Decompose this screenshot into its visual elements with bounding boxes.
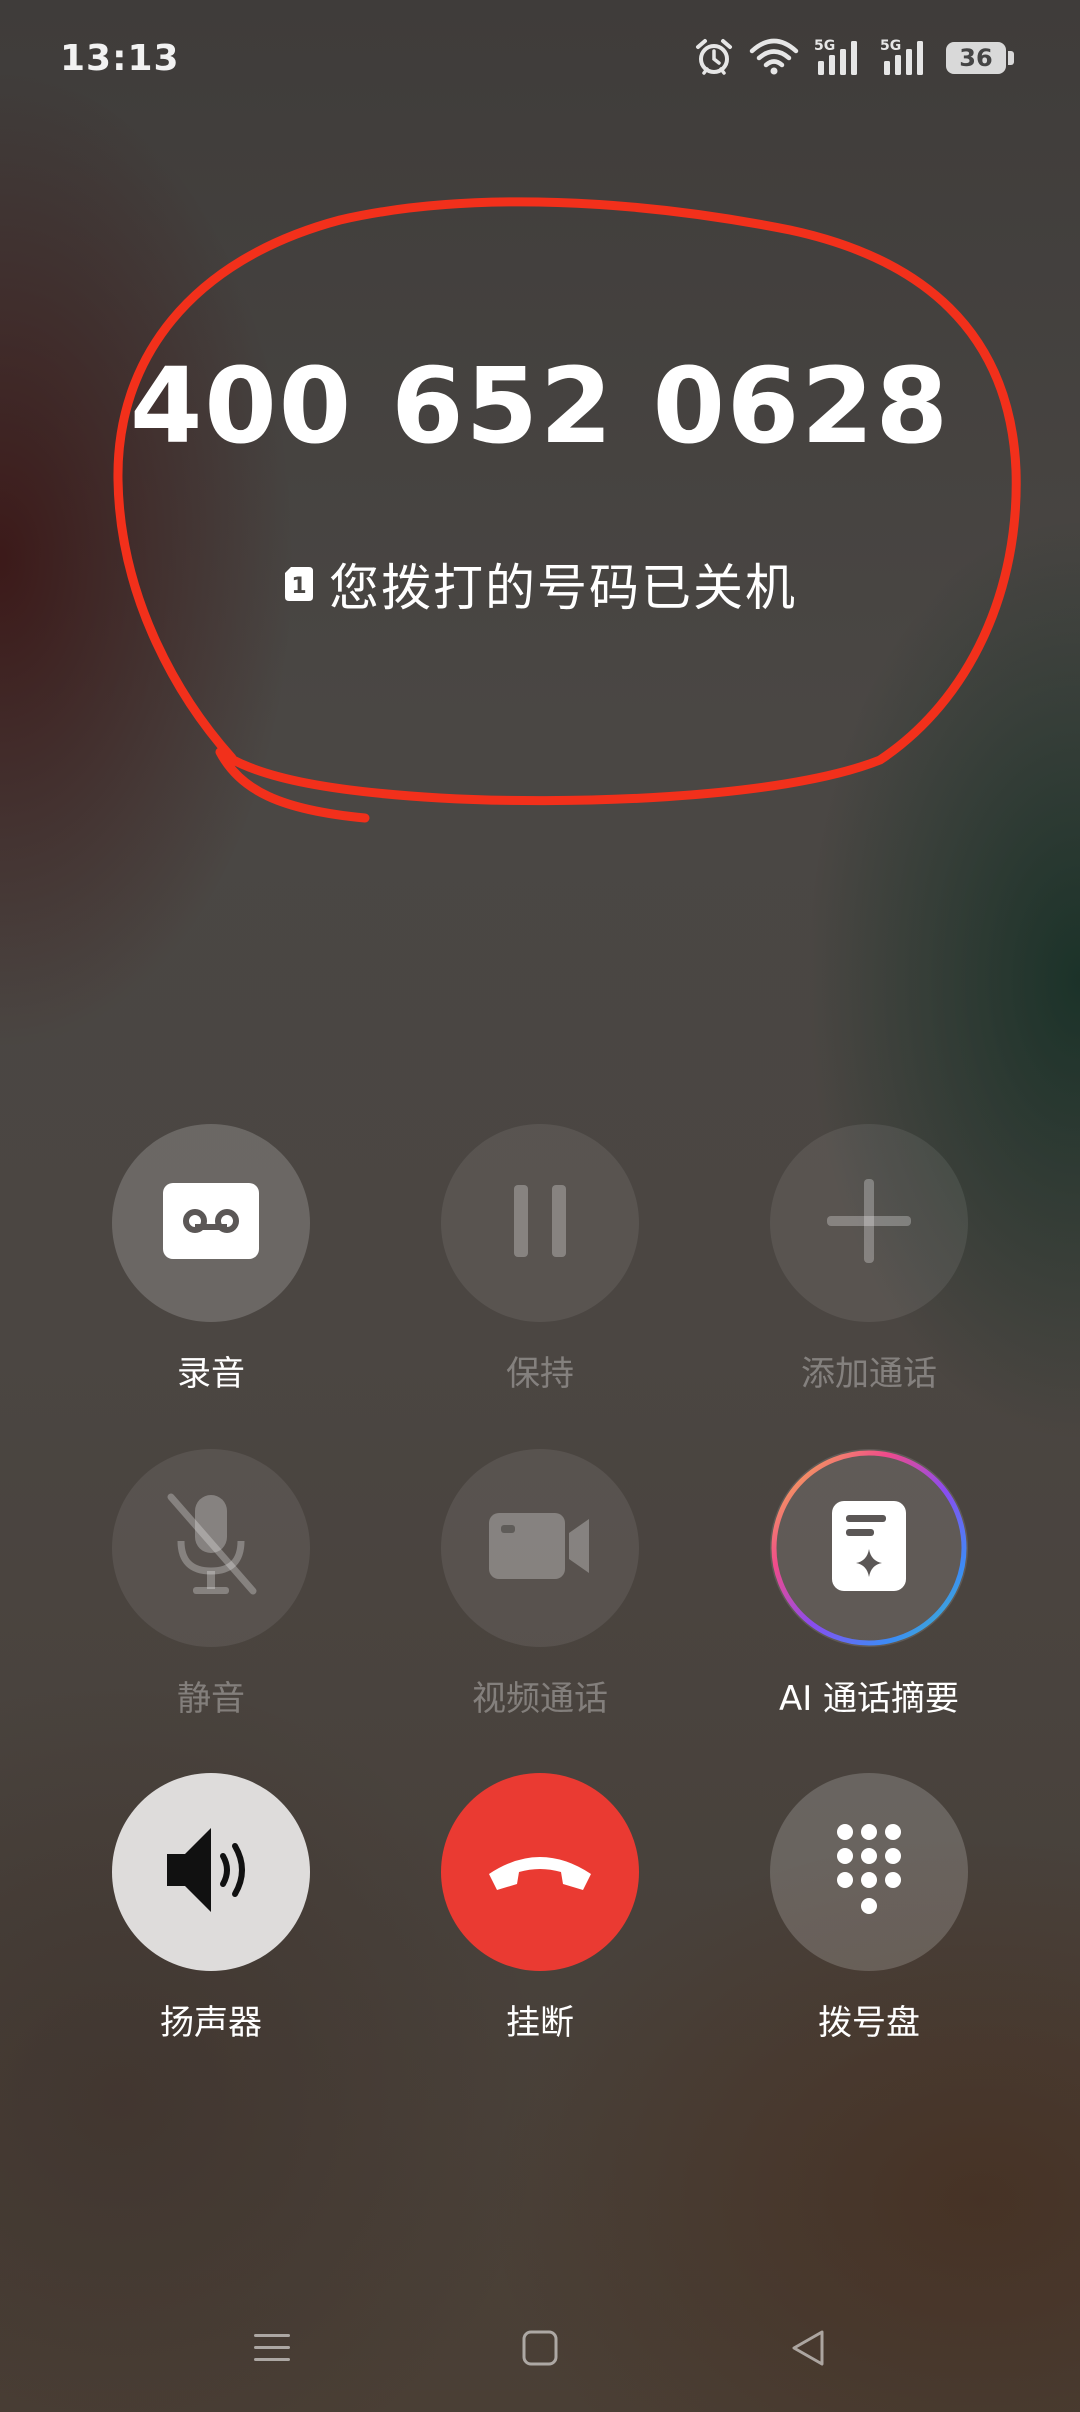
video-call-label: 视频通话 [472,1679,608,1719]
dialpad-icon [834,1822,904,1922]
hold-button[interactable]: 保持 [440,1124,640,1395]
ai-summary-icon [832,1501,906,1595]
sim-card-icon: 1 [283,565,315,603]
cassette-icon [163,1183,259,1263]
ai-summary-circle[interactable] [770,1449,968,1647]
record-label: 录音 [177,1354,245,1394]
record-button[interactable]: 录音 [111,1124,311,1395]
add-call-button[interactable]: 添加通话 [769,1124,969,1395]
video-call-button[interactable]: 视频通话 [440,1449,640,1720]
battery-level: 36 [959,44,993,72]
speaker-button[interactable]: 扬声器 [111,1773,311,2044]
back-icon [788,2328,828,2372]
speaker-icon [163,1824,259,1920]
mute-label: 静音 [177,1679,245,1719]
speaker-label: 扬声器 [160,2003,262,2043]
status-bar: 13:13 5G 5G 36 [0,0,1080,124]
mute-circle[interactable] [112,1449,310,1647]
status-time: 13:13 [60,38,180,79]
home-icon [520,2328,560,2372]
mic-off-icon [161,1491,261,1605]
battery-icon: 36 [946,38,1014,76]
wifi-icon [748,37,800,77]
alarm-icon [694,37,734,77]
pause-icon [510,1183,570,1263]
signal-5g-icon: 5G [880,37,932,77]
hold-label: 保持 [506,1354,574,1394]
video-camera-icon [489,1511,591,1585]
hangup-circle[interactable] [441,1773,639,1971]
add-call-circle[interactable] [770,1124,968,1322]
signal-5g-icon: 5G [814,37,866,77]
home-button[interactable] [510,2320,570,2380]
mute-button[interactable]: 静音 [111,1449,311,1720]
record-circle[interactable] [112,1124,310,1322]
navigation-bar [0,2300,1080,2390]
hangup-label: 挂断 [506,2003,574,2043]
dialpad-button[interactable]: 拨号盘 [769,1773,969,2044]
add-call-label: 添加通话 [801,1354,937,1394]
network-label: 5G [814,38,835,54]
back-button[interactable] [778,2320,838,2380]
dialpad-label: 拨号盘 [818,2003,920,2043]
sim-slot: 1 [291,574,306,599]
plus-icon [827,1179,911,1267]
hangup-button[interactable]: 挂断 [440,1773,640,2044]
menu-icon [252,2328,292,2372]
phone-hangup-icon [485,1848,595,1896]
video-call-circle[interactable] [441,1449,639,1647]
speaker-circle[interactable] [112,1773,310,1971]
hold-circle[interactable] [441,1124,639,1322]
ai-summary-label: AI 通话摘要 [778,1679,960,1719]
phone-number: 400 652 0628 [129,345,951,467]
call-status-text: 您拨打的号码已关机 [329,559,797,617]
menu-button[interactable] [242,2320,302,2380]
call-status: 1 您拨打的号码已关机 [0,548,1080,620]
status-icons: 5G 5G 36 [694,34,1014,80]
dialpad-circle[interactable] [770,1773,968,1971]
network-label: 5G [880,38,901,54]
ai-summary-button[interactable]: AI 通话摘要 [769,1449,969,1720]
